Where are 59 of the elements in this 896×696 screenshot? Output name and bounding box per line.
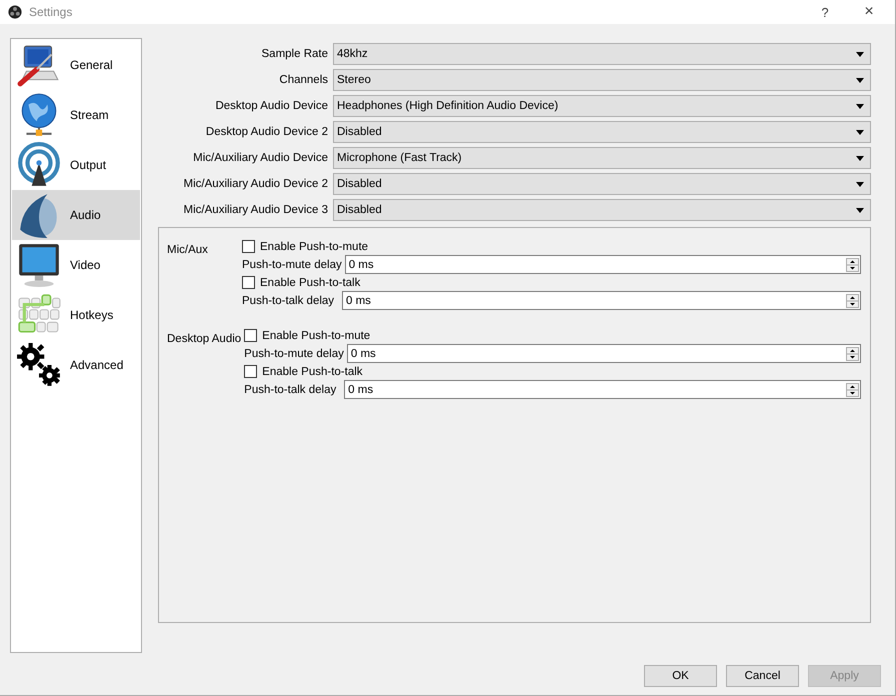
field-label: Desktop Audio Device 2 (204, 126, 329, 138)
field-label: Push-to-mute delay (242, 258, 343, 270)
dropdown[interactable]: Microphone (Fast Track) (333, 147, 871, 169)
spin-box[interactable]: 0 ms (342, 291, 861, 310)
dropdown-arrow-icon (856, 156, 864, 160)
dialog-button[interactable]: OK (644, 665, 717, 687)
sidebar-item[interactable]: General (12, 40, 140, 90)
checkbox-label: Enable Push-to-talk (262, 366, 363, 378)
spin-arrows-icon (846, 294, 859, 308)
field-label: Channels (278, 74, 329, 86)
app-logo-icon (8, 5, 22, 19)
dropdown[interactable]: 48khz (333, 43, 871, 65)
dropdown-arrow-icon (856, 130, 864, 134)
sidebar-item[interactable]: Advanced (12, 340, 140, 390)
checkbox-label: Enable Push-to-mute (260, 240, 368, 252)
field-label: Sample Rate (260, 48, 329, 60)
sidebar-item[interactable]: Audio (12, 190, 140, 240)
dropdown-arrow-icon (856, 182, 864, 186)
spin-box[interactable]: 0 ms (346, 344, 861, 363)
sidebar-item[interactable]: Video (12, 240, 140, 290)
sidebar-item[interactable]: Output (12, 140, 140, 190)
spin-arrows-icon (846, 382, 859, 396)
dropdown-arrow-icon (856, 52, 864, 56)
field-label: Push-to-talk delay (244, 384, 338, 396)
field-label: Mic/Auxiliary Audio Device 3 (182, 204, 329, 216)
checkbox[interactable] (244, 365, 258, 378)
antenna-signal-icon (16, 142, 62, 188)
dropdown[interactable]: Disabled (333, 199, 871, 221)
dialog-button[interactable]: Cancel (726, 665, 799, 687)
spin-arrows-icon (846, 346, 859, 360)
dropdown-arrow-icon (856, 78, 864, 82)
checkbox[interactable] (244, 329, 258, 342)
gears-icon (16, 342, 62, 388)
group-label: Desktop Audio (167, 332, 242, 347)
dropdown-arrow-icon (856, 104, 864, 108)
checkbox-label: Enable Push-to-mute (262, 330, 370, 342)
checkbox[interactable] (242, 276, 255, 289)
sidebar-item[interactable]: Stream (12, 90, 140, 140)
field-label: Push-to-mute delay (244, 348, 345, 360)
spin-box[interactable]: 0 ms (344, 255, 861, 274)
group-label: Mic/Aux (167, 243, 209, 258)
spin-arrows-icon (846, 258, 859, 272)
field-label: Mic/Auxiliary Audio Device 2 (182, 178, 329, 190)
checkbox[interactable] (242, 240, 255, 253)
field-label: Desktop Audio Device (214, 100, 329, 112)
dropdown[interactable]: Headphones (High Definition Audio Device) (333, 95, 871, 117)
checkbox-label: Enable Push-to-talk (260, 276, 360, 288)
close-button[interactable]: × (847, 0, 891, 24)
dropdown-arrow-icon (856, 208, 864, 212)
field-label: Mic/Auxiliary Audio Device (192, 152, 329, 164)
dropdown[interactable]: Disabled (333, 173, 871, 195)
dropdown[interactable]: Disabled (333, 121, 871, 143)
spin-box[interactable]: 0 ms (344, 380, 861, 399)
sidebar-item[interactable]: Hotkeys (12, 290, 140, 340)
monitor-icon (16, 242, 62, 288)
field-label: Push-to-talk delay (242, 294, 336, 306)
window-title: Settings (29, 5, 72, 19)
help-button[interactable]: ? (803, 0, 847, 24)
dropdown[interactable]: Stereo (333, 69, 871, 91)
